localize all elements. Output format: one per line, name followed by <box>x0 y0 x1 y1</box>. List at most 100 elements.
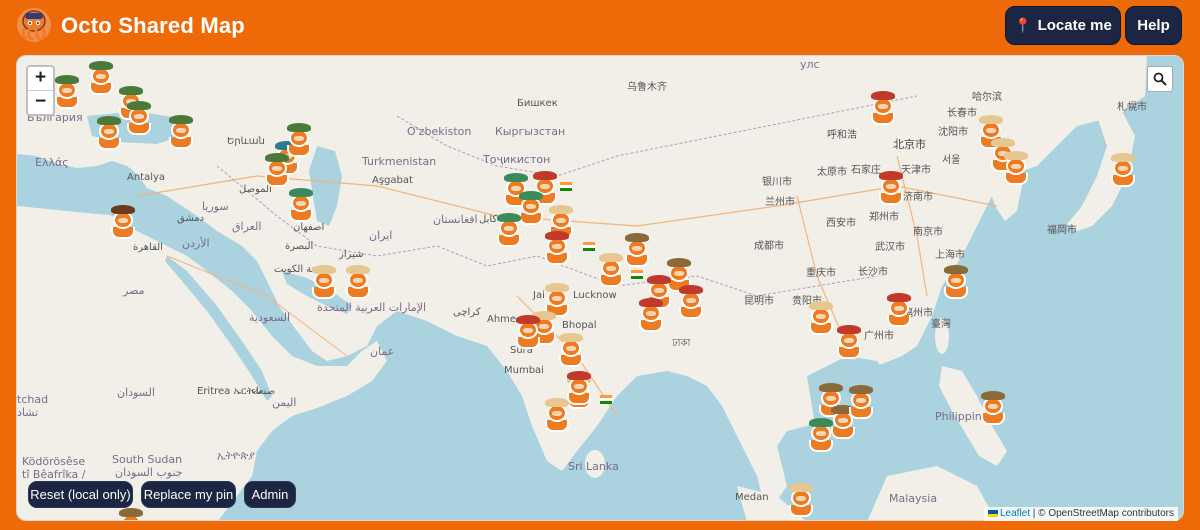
octopus-pin-icon[interactable] <box>835 325 863 362</box>
label-antalya: Antalya <box>127 172 166 183</box>
label-yerevan: Երևան <box>227 136 265 147</box>
label-cairo: القاهرة <box>133 242 163 253</box>
octopus-pin-icon[interactable] <box>869 91 897 128</box>
label-kyrgyz: Кыргызстан <box>495 125 566 138</box>
ukraine-flag-icon <box>988 510 998 517</box>
osm-attribution[interactable]: OpenStreetMap contributors <box>1048 508 1174 519</box>
help-button[interactable]: Help <box>1125 6 1182 45</box>
label-ashgabat: Aşgabat <box>372 175 413 186</box>
label-jinan: 济南市 <box>903 192 933 203</box>
label-beafrika: tî Bêafrîka / <box>22 468 86 481</box>
search-icon <box>1153 72 1167 86</box>
octopus-pin-icon[interactable] <box>787 483 815 520</box>
octopus-pin-icon[interactable] <box>263 153 291 190</box>
label-nanjing: 南京市 <box>913 227 943 238</box>
label-south-sudan: South Sudan <box>112 453 183 466</box>
label-harbin: 哈尔滨 <box>972 92 1002 103</box>
label-turkmenistan: Turkmenistan <box>362 155 437 168</box>
label-iraq: العراق <box>232 220 262 233</box>
label-syria: سوريا <box>202 200 229 213</box>
octopus-pin-icon[interactable] <box>807 301 835 338</box>
label-zhengzhou: 郑州市 <box>869 212 899 223</box>
help-label: Help <box>1137 17 1170 34</box>
label-jordan: الأردن <box>182 237 210 250</box>
pin-icon: 📍 <box>1014 17 1032 33</box>
label-uae: الإمارات العربية المتحدة <box>317 301 427 314</box>
label-malaysia: Malaysia <box>889 492 938 505</box>
label-tajik: Тоҷикистон <box>483 153 551 166</box>
label-afghanistan: افغانستان <box>433 213 478 226</box>
india-flag-icon <box>631 270 643 279</box>
label-xian: 西安市 <box>826 218 856 229</box>
octopus-pin-icon[interactable] <box>877 171 905 208</box>
label-ahmedabad: Ahme <box>487 314 517 325</box>
leaflet-link[interactable]: Leaflet <box>1000 508 1030 519</box>
octopus-pin-icon[interactable] <box>597 253 625 290</box>
label-mumbai: Mumbai <box>504 365 544 376</box>
label-chad: tchad <box>17 393 49 406</box>
top-bar: Octo Shared Map 📍 Locate me Help <box>0 0 1200 54</box>
label-taiyuan: 太原市 <box>817 167 847 178</box>
octopus-pin-icon[interactable] <box>807 418 835 455</box>
octopus-pin-icon[interactable] <box>514 315 542 352</box>
label-tianjin: 天津市 <box>901 165 931 176</box>
label-beijing: 北京市 <box>893 138 926 151</box>
octopus-pin-icon[interactable] <box>565 371 593 408</box>
label-bishkek: Бишкек <box>517 98 558 109</box>
map-search-button[interactable] <box>1147 66 1173 92</box>
octopus-pin-icon[interactable] <box>310 265 338 302</box>
octopus-pin-icon[interactable] <box>117 508 145 520</box>
label-sri-lanka: Sri Lanka <box>568 460 619 473</box>
reset-local-button[interactable]: Reset (local only) <box>28 481 133 508</box>
octopus-pin-icon[interactable] <box>344 265 372 302</box>
octopus-pin-icon[interactable] <box>979 391 1007 428</box>
label-ellada: Ελλάς <box>35 156 69 169</box>
label-south-sudan-ar: جنوب السودان <box>115 466 183 479</box>
zoom-out-button[interactable]: − <box>28 90 53 114</box>
map-view[interactable]: 乌鲁木齐 Бишкек O'zbekiston Кыргызстан Turkm… <box>16 55 1184 521</box>
admin-button[interactable]: Admin <box>244 481 296 508</box>
label-fukuoka: 福岡市 <box>1047 225 1077 236</box>
octopus-pin-icon[interactable] <box>543 231 571 268</box>
label-yemen: اليمن <box>272 396 297 409</box>
octopus-pin-icon[interactable] <box>95 116 123 153</box>
app-title: Octo Shared Map <box>61 13 245 38</box>
label-changchun: 长春市 <box>947 108 977 119</box>
label-iran: ایران <box>369 229 393 242</box>
octopus-pin-icon[interactable] <box>885 293 913 330</box>
india-flag-icon <box>600 395 612 404</box>
octopus-pin-icon[interactable] <box>495 213 523 250</box>
octopus-pin-icon[interactable] <box>109 205 137 242</box>
attribution-separator: | © <box>1030 508 1049 519</box>
label-shiraz: شيراز <box>339 249 364 260</box>
octopus-pin-icon[interactable] <box>942 265 970 302</box>
octopus-logo-icon <box>17 8 51 42</box>
zoom-in-button[interactable]: + <box>28 67 53 90</box>
label-uzbekiston: O'zbekiston <box>407 125 472 138</box>
locate-me-button[interactable]: 📍 Locate me <box>1005 6 1121 45</box>
label-sapporo: 札幌市 <box>1117 102 1147 113</box>
octopus-pin-icon[interactable] <box>87 61 115 98</box>
label-lanzhou: 兰州市 <box>765 197 795 208</box>
label-mongolia: улс <box>800 58 820 71</box>
octopus-pin-icon[interactable] <box>1109 153 1137 190</box>
label-dhaka: ঢাকা <box>672 338 691 349</box>
octopus-pin-icon[interactable] <box>287 188 315 225</box>
octopus-pin-icon[interactable] <box>677 285 705 322</box>
octopus-pin-icon[interactable] <box>1002 151 1030 188</box>
octopus-pin-icon[interactable] <box>53 75 81 112</box>
octopus-pin-icon[interactable] <box>285 123 313 160</box>
label-kodorosese: Ködörösêse <box>22 455 86 468</box>
octopus-pin-icon[interactable] <box>847 385 875 422</box>
octopus-pin-icon[interactable] <box>557 333 585 370</box>
octopus-pin-icon[interactable] <box>637 298 665 335</box>
octopus-pin-icon[interactable] <box>125 101 153 138</box>
octopus-pin-icon[interactable] <box>623 233 651 270</box>
replace-label: Replace my pin <box>143 487 234 502</box>
label-sudan: السودان <box>117 386 155 399</box>
zoom-control: + − <box>26 65 55 116</box>
octopus-pin-icon[interactable] <box>167 115 195 152</box>
map-attribution: Leaflet | © OpenStreetMap contributors <box>984 507 1178 521</box>
replace-pin-button[interactable]: Replace my pin <box>141 481 236 508</box>
label-shenyang: 沈阳市 <box>938 127 968 138</box>
